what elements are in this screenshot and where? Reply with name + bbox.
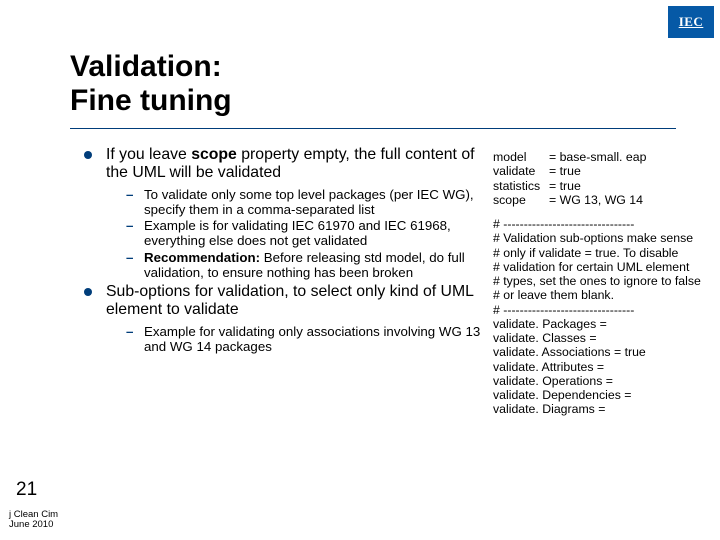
config-row: validate= true bbox=[493, 164, 711, 178]
top-bar: IEC bbox=[0, 0, 720, 44]
footer-line-2: June 2010 bbox=[9, 520, 58, 531]
sub-bullet: To validate only some top level packages… bbox=[106, 187, 492, 217]
config-line: validate. Classes = bbox=[493, 331, 711, 345]
config-line: validate. Associations = true bbox=[493, 345, 711, 359]
title-rule bbox=[70, 128, 676, 129]
sub-bullet-recommendation: Recommendation: Before releasing std mod… bbox=[106, 250, 492, 280]
iec-logo: IEC bbox=[668, 6, 714, 38]
config-line: # -------------------------------- bbox=[493, 303, 711, 317]
config-line: # only if validate = true. To disable bbox=[493, 246, 711, 260]
sub-bullet: Example is for validating IEC 61970 and … bbox=[106, 218, 492, 248]
slide-title: Validation: Fine tuning bbox=[70, 50, 232, 117]
footer: j Clean Cim June 2010 bbox=[9, 510, 58, 531]
config-line: # or leave them blank. bbox=[493, 288, 711, 302]
config-line: validate. Dependencies = bbox=[493, 388, 711, 402]
config-line: validate. Packages = bbox=[493, 317, 711, 331]
config-line: # types, set the ones to ignore to false bbox=[493, 274, 711, 288]
config-line: # Validation sub-options make sense bbox=[493, 231, 711, 245]
config-line: validate. Operations = bbox=[493, 374, 711, 388]
bullet-2-sublist: Example for validating only associations… bbox=[106, 324, 492, 354]
slide: IEC Validation: Fine tuning If you leave… bbox=[0, 0, 720, 540]
bullet-list: If you leave scope property empty, the f… bbox=[82, 146, 492, 354]
config-line: validate. Diagrams = bbox=[493, 402, 711, 416]
config-row: statistics= true bbox=[493, 179, 711, 193]
bullet-1: If you leave scope property empty, the f… bbox=[82, 146, 492, 280]
bullet-2: Sub-options for validation, to select on… bbox=[82, 283, 492, 354]
config-line: validate. Attributes = bbox=[493, 360, 711, 374]
title-line-1: Validation: bbox=[70, 50, 232, 84]
config-row: scope= WG 13, WG 14 bbox=[493, 193, 711, 207]
bullet-1-sublist: To validate only some top level packages… bbox=[106, 187, 492, 280]
title-line-2: Fine tuning bbox=[70, 84, 232, 118]
iec-logo-text: IEC bbox=[679, 14, 704, 30]
config-row: model= base-small. eap bbox=[493, 150, 711, 164]
config-line: # -------------------------------- bbox=[493, 217, 711, 231]
config-block: model= base-small. eap validate= true st… bbox=[493, 150, 711, 417]
sub-bullet: Example for validating only associations… bbox=[106, 324, 492, 354]
body: If you leave scope property empty, the f… bbox=[82, 146, 492, 530]
slide-number: 21 bbox=[16, 479, 37, 501]
config-line: # validation for certain UML element bbox=[493, 260, 711, 274]
